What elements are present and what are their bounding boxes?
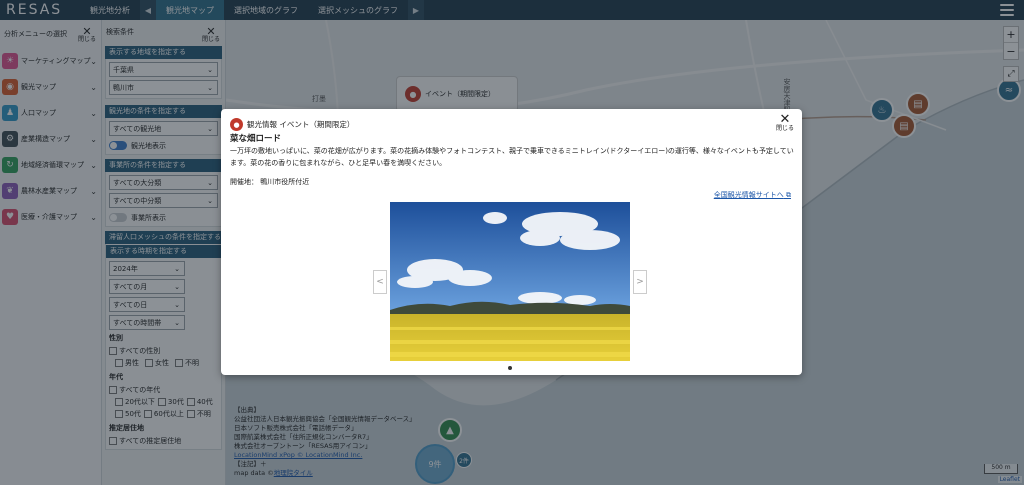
modal-category: 観光情報 イベント（期間限定）	[247, 120, 355, 129]
carousel-prev-button[interactable]: <	[373, 270, 387, 294]
modal-venue: 開催地： 鴨川市役所付近	[230, 178, 310, 186]
modal-description: 一万坪の敷地いっぱいに、菜の花畑が広がります。菜の花摘み体験やフォトコンテスト、…	[230, 147, 794, 167]
modal-header: ● 観光情報 イベント（期間限定）	[230, 118, 354, 131]
event-photo	[390, 202, 630, 361]
event-pin-icon: ●	[230, 118, 243, 131]
carousel-next-button[interactable]: >	[633, 270, 647, 294]
tourism-site-link[interactable]: 全国観光情報サイトへ ⧉	[714, 190, 791, 200]
event-detail-modal: ● 観光情報 イベント（期間限定） ✕ 閉じる 菜な畑ロード 一万坪の敷地いっぱい…	[221, 109, 802, 375]
external-link-icon: ⧉	[786, 191, 791, 199]
modal-title: 菜な畑ロード	[230, 134, 282, 144]
carousel-indicator-dot[interactable]	[508, 366, 512, 370]
rapeseed-field-photo	[390, 202, 630, 361]
modal-close-button[interactable]: ✕ 閉じる	[776, 113, 794, 132]
